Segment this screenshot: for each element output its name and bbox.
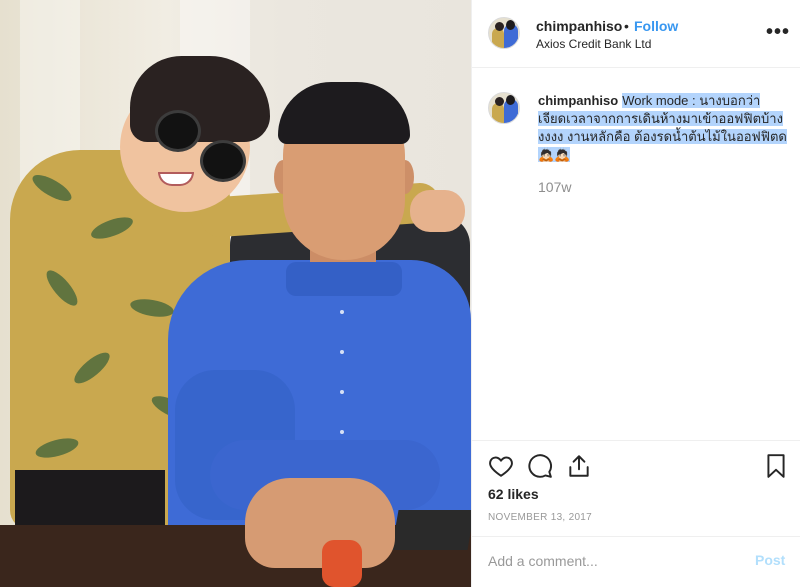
laptop: [391, 510, 471, 550]
heart-icon[interactable]: [488, 453, 514, 479]
woman-hand: [410, 190, 465, 232]
man-hand: [245, 478, 395, 568]
action-bar: 62 likes November 13, 2017: [472, 440, 800, 536]
post-details-panel: chimpanhiso • Follow Axios Credit Bank L…: [471, 0, 800, 587]
sunglasses-left-lens: [155, 110, 201, 152]
add-comment-bar: Post: [472, 536, 800, 587]
more-options-icon[interactable]: •••: [766, 22, 790, 42]
caption-username[interactable]: chimpanhiso: [538, 93, 618, 108]
man-hair: [278, 82, 410, 144]
bookmark-icon[interactable]: [763, 453, 789, 479]
follow-button[interactable]: Follow: [634, 18, 678, 34]
comment-input[interactable]: [488, 550, 738, 572]
likes-count[interactable]: 62 likes: [488, 486, 539, 502]
post-date[interactable]: November 13, 2017: [488, 512, 592, 523]
caption-text: chimpanhiso Work mode : นางบอกว่าเจียดเวล…: [538, 92, 788, 164]
avatar[interactable]: [488, 92, 520, 124]
post-photo[interactable]: [0, 0, 471, 587]
comment-icon[interactable]: [527, 453, 553, 479]
location-link[interactable]: Axios Credit Bank Ltd: [536, 37, 651, 51]
caption-timestamp[interactable]: 107w: [538, 179, 571, 195]
share-icon[interactable]: [566, 453, 592, 479]
man-collar: [286, 262, 402, 296]
computer-mouse: [322, 540, 362, 587]
username-link[interactable]: chimpanhiso: [536, 18, 622, 34]
post-comment-button[interactable]: Post: [755, 552, 785, 568]
avatar[interactable]: [488, 17, 520, 49]
sunglasses-right-lens: [200, 140, 246, 182]
separator-dot: •: [624, 18, 629, 34]
post-header: chimpanhiso • Follow Axios Credit Bank L…: [472, 0, 800, 68]
